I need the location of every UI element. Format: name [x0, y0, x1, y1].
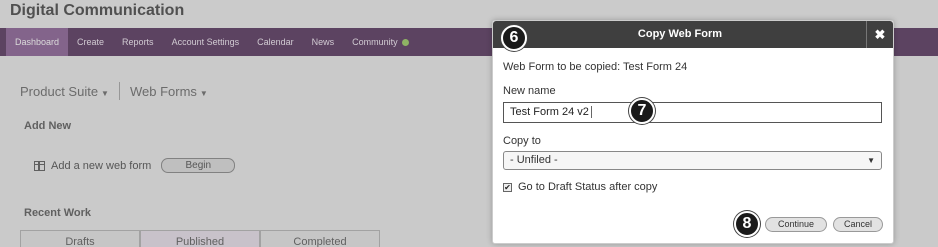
step-6-badge: 6 [501, 25, 527, 51]
draft-status-option: ✔ Go to Draft Status after copy [503, 181, 657, 193]
dialog-title: Copy Web Form [637, 28, 723, 40]
source-form-text: Web Form to be copied: Test Form 24 [503, 61, 688, 73]
new-name-value: Test Form 24 v2 [510, 106, 589, 118]
caret-down-icon: ▼ [867, 156, 875, 165]
cancel-button[interactable]: Cancel [833, 217, 883, 232]
step-7-badge: 7 [629, 98, 655, 124]
text-cursor-icon [590, 106, 593, 119]
copy-to-label: Copy to [503, 135, 541, 147]
copy-to-value: - Unfiled - [510, 154, 558, 166]
close-icon[interactable]: ✖ [866, 21, 893, 48]
dialog-header: Copy Web Form ✖ [493, 21, 893, 48]
draft-status-label: Go to Draft Status after copy [518, 181, 658, 193]
copy-web-form-dialog: Copy Web Form ✖ Web Form to be copied: T… [492, 20, 894, 244]
draft-status-checkbox[interactable]: ✔ [503, 182, 512, 192]
new-name-label: New name [503, 85, 556, 97]
continue-button[interactable]: Continue [765, 217, 827, 232]
new-name-input[interactable]: Test Form 24 v2 [503, 102, 882, 123]
step-8-badge: 8 [734, 211, 760, 237]
copy-to-select[interactable]: - Unfiled - ▼ [503, 151, 882, 170]
